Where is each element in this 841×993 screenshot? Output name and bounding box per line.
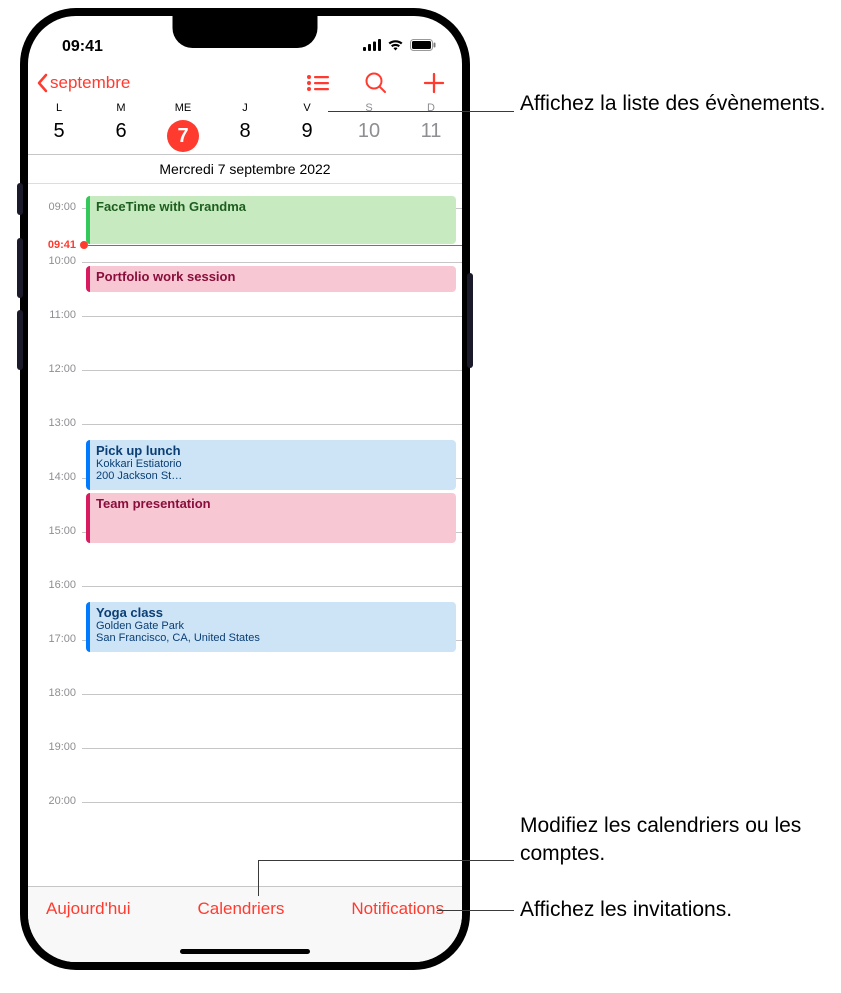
hour-row: 18:00: [28, 694, 462, 748]
day-column[interactable]: L5: [28, 102, 90, 152]
hour-label: 19:00: [34, 741, 76, 753]
nav-bar: septembre: [28, 64, 462, 98]
hour-label: 16:00: [34, 579, 76, 591]
event-title: Portfolio work session: [96, 269, 450, 284]
hour-label: 13:00: [34, 417, 76, 429]
day-letter: V: [276, 102, 338, 114]
cellular-icon: [363, 38, 381, 56]
hour-label: 14:00: [34, 471, 76, 483]
hour-label: 11:00: [34, 309, 76, 321]
calendar-event[interactable]: FaceTime with Grandma: [86, 196, 456, 244]
side-button-volume-down: [17, 310, 23, 370]
hour-label: 17:00: [34, 633, 76, 645]
event-address: San Francisco, CA, United States: [96, 632, 450, 644]
callout-line: [258, 860, 514, 861]
event-title: Pick up lunch: [96, 443, 450, 458]
callout-modify-calendars: Modifiez les calendriers ou les comptes.: [520, 812, 841, 869]
add-event-button[interactable]: [420, 72, 448, 94]
home-indicator[interactable]: [180, 949, 310, 954]
timeline[interactable]: 09:0010:0011:0012:0013:0014:0015:0016:00…: [28, 183, 462, 824]
current-time-indicator: 09:41: [34, 245, 462, 246]
hour-line: [82, 370, 462, 371]
back-button[interactable]: septembre: [36, 73, 130, 93]
day-letter: D: [400, 102, 462, 114]
hour-row: 19:00: [28, 748, 462, 802]
hour-line: [82, 748, 462, 749]
inbox-button[interactable]: Notifications: [351, 899, 444, 962]
day-letter: S: [338, 102, 400, 114]
back-label: septembre: [50, 73, 130, 93]
hour-row: 11:00: [28, 316, 462, 370]
side-button-volume-up: [17, 238, 23, 298]
now-bar: [88, 245, 462, 247]
phone-screen: 09:41 septembre: [28, 16, 462, 962]
day-number: 11: [400, 120, 462, 143]
day-column[interactable]: M6: [90, 102, 152, 152]
event-address: 200 Jackson St…: [96, 470, 450, 482]
day-number: 10: [338, 120, 400, 143]
day-letter: J: [214, 102, 276, 114]
side-button-mute: [17, 183, 23, 215]
side-button-power: [467, 273, 473, 368]
callout-view-invitations: Affichez les invitations.: [520, 896, 732, 924]
callout-line: [258, 860, 261, 896]
list-icon: [306, 74, 330, 92]
hour-line: [82, 694, 462, 695]
day-column[interactable]: ME 7: [152, 102, 214, 152]
hour-line: [82, 262, 462, 263]
search-icon: [365, 72, 387, 94]
day-number: 8: [214, 120, 276, 143]
notch: [173, 16, 318, 48]
hour-row: 12:00: [28, 370, 462, 424]
now-label: 09:41: [34, 239, 76, 251]
phone-frame: 09:41 septembre: [20, 8, 470, 970]
hour-line: [82, 586, 462, 587]
day-column[interactable]: V9: [276, 102, 338, 152]
day-letter: M: [90, 102, 152, 114]
day-number: 7: [152, 120, 214, 152]
wifi-icon: [387, 38, 404, 56]
list-view-button[interactable]: [304, 72, 332, 94]
full-date: Mercredi 7 septembre 2022: [28, 155, 462, 183]
event-title: Team presentation: [96, 496, 450, 511]
event-location: Kokkari Estiatorio: [96, 458, 450, 470]
event-title: FaceTime with Grandma: [96, 199, 450, 214]
event-title: Yoga class: [96, 605, 450, 620]
battery-icon: [410, 38, 436, 56]
calendar-event[interactable]: Team presentation: [86, 493, 456, 543]
today-button[interactable]: Aujourd'hui: [46, 899, 131, 962]
day-number: 5: [28, 120, 90, 143]
chevron-left-icon: [36, 73, 48, 93]
day-column[interactable]: J8: [214, 102, 276, 152]
day-column[interactable]: S 10: [338, 102, 400, 152]
plus-icon: [423, 72, 445, 94]
calendar-event[interactable]: Pick up lunchKokkari Estiatorio200 Jacks…: [86, 440, 456, 490]
hour-label: 20:00: [34, 795, 76, 807]
callout-line: [437, 910, 514, 911]
callout-list-events: Affichez la liste des évènements.: [520, 90, 825, 118]
hour-label: 10:00: [34, 255, 76, 267]
hour-label: 15:00: [34, 525, 76, 537]
hour-label: 09:00: [34, 201, 76, 213]
hour-label: 18:00: [34, 687, 76, 699]
status-time: 09:41: [62, 38, 103, 56]
hour-line: [82, 316, 462, 317]
calendar-event[interactable]: Portfolio work session: [86, 266, 456, 292]
hour-row: 20:00: [28, 802, 462, 824]
day-number: 9: [276, 120, 338, 143]
callout-line: [328, 111, 514, 112]
search-button[interactable]: [362, 72, 390, 94]
day-letter: L: [28, 102, 90, 114]
hour-line: [82, 802, 462, 803]
day-letter: ME: [152, 102, 214, 114]
day-number: 6: [90, 120, 152, 143]
week-row: L5M6ME7J8V9S10D11: [28, 98, 462, 155]
event-location: Golden Gate Park: [96, 620, 450, 632]
day-column[interactable]: D 11: [400, 102, 462, 152]
hour-line: [82, 424, 462, 425]
calendar-event[interactable]: Yoga classGolden Gate ParkSan Francisco,…: [86, 602, 456, 652]
hour-label: 12:00: [34, 363, 76, 375]
